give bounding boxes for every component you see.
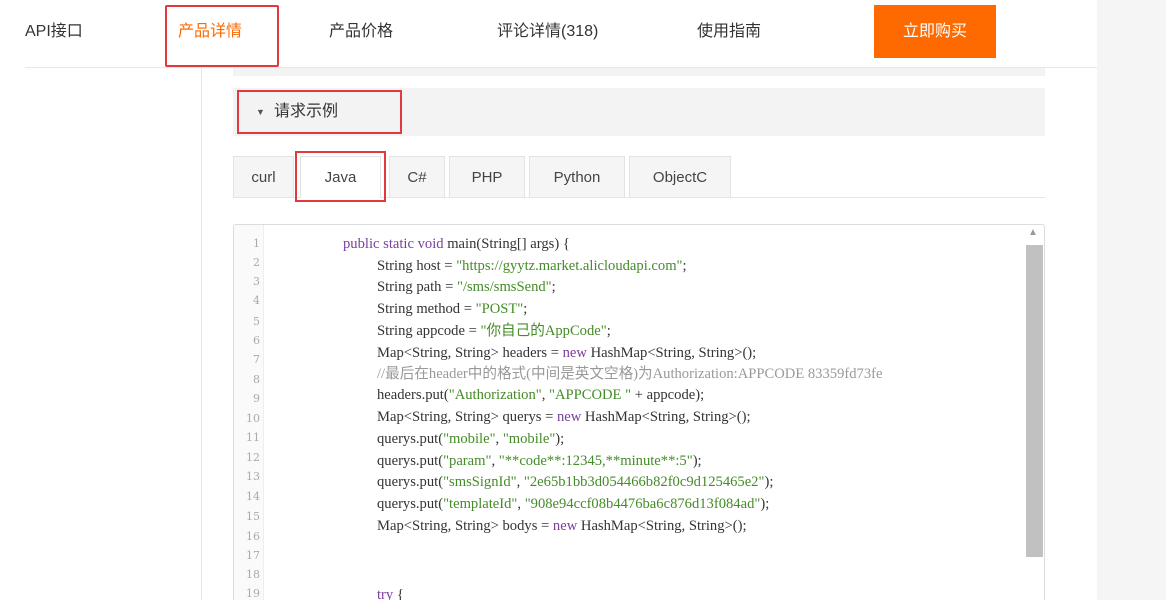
line-number: 8: [253, 373, 260, 386]
right-gutter: [1097, 0, 1166, 600]
line-number: 1: [253, 237, 260, 250]
scrollbar-thumb[interactable]: [1026, 245, 1043, 557]
code-line: //最后在header中的格式(中间是英文空格)为Authorization:A…: [377, 366, 883, 382]
line-number: 3: [253, 275, 260, 288]
scroll-up-arrow-icon[interactable]: ▲: [1028, 227, 1038, 239]
line-number: 18: [246, 568, 260, 581]
code-line: querys.put("mobile", "mobile");: [377, 431, 565, 447]
code-line: querys.put("param", "**code**:12345,**mi…: [377, 453, 702, 469]
tab-python[interactable]: Python: [529, 156, 625, 197]
line-number: 19: [246, 587, 260, 600]
nav-item-reviews[interactable]: 评论详情(318): [497, 0, 598, 68]
code-line: try {: [377, 587, 404, 600]
line-number: 14: [246, 490, 260, 503]
code-line: headers.put("Authorization", "APPCODE " …: [377, 387, 705, 403]
line-number: 4: [253, 294, 260, 307]
code-line: querys.put("templateId", "908e94ccf08b44…: [377, 496, 770, 512]
line-number: 2: [253, 256, 260, 269]
line-number: 10: [246, 412, 260, 425]
line-number: 6: [253, 334, 260, 347]
code-line: Map<String, String> headers = new HashMa…: [377, 345, 757, 361]
line-number: 5: [253, 315, 260, 328]
code-line: Map<String, String> bodys = new HashMap<…: [377, 518, 747, 534]
code-viewer[interactable]: 1 2 3 4 5 6 7 8 9 10 11 12 13 14 15 16 1…: [233, 224, 1045, 600]
nav-item-price[interactable]: 产品价格: [329, 0, 393, 68]
line-number: 9: [253, 392, 260, 405]
code-line: querys.put("smsSignId", "2e65b1bb3d05446…: [377, 474, 774, 490]
tab-highlight-box: [295, 151, 386, 202]
code-line: String appcode = "你自己的AppCode";: [377, 323, 611, 339]
line-number-gutter: 1 2 3 4 5 6 7 8 9 10 11 12 13 14 15 16 1…: [234, 225, 264, 600]
line-number: 12: [246, 451, 260, 464]
nav-highlight-box: [165, 5, 279, 67]
buy-now-button[interactable]: 立即购买: [874, 5, 996, 58]
tab-csharp[interactable]: C#: [389, 156, 445, 197]
line-number: 15: [246, 510, 260, 523]
section-highlight-box: [237, 90, 402, 134]
tab-php[interactable]: PHP: [449, 156, 525, 197]
nav-item-guide[interactable]: 使用指南: [697, 0, 761, 68]
code-line: String method = "POST";: [377, 301, 528, 317]
code-line: String path = "/sms/smsSend";: [377, 279, 556, 295]
tab-curl[interactable]: curl: [233, 156, 294, 197]
line-number: 13: [246, 470, 260, 483]
line-number: 7: [253, 353, 260, 366]
previous-section-bar: [233, 68, 1045, 76]
content-left-divider: [201, 68, 202, 600]
product-nav: API接口 产品详情 产品价格 评论详情(318) 使用指南 立即购买: [0, 0, 1097, 68]
line-number: 16: [246, 530, 260, 543]
line-number: 11: [246, 431, 260, 444]
line-number: 17: [246, 549, 260, 562]
nav-item-api[interactable]: API接口: [25, 0, 83, 68]
code-line: String host = "https://gyytz.market.alic…: [377, 258, 687, 274]
code-line: Map<String, String> querys = new HashMap…: [377, 409, 751, 425]
code-line: public static void main(String[] args) {: [343, 236, 570, 252]
tab-objectc[interactable]: ObjectC: [629, 156, 731, 197]
